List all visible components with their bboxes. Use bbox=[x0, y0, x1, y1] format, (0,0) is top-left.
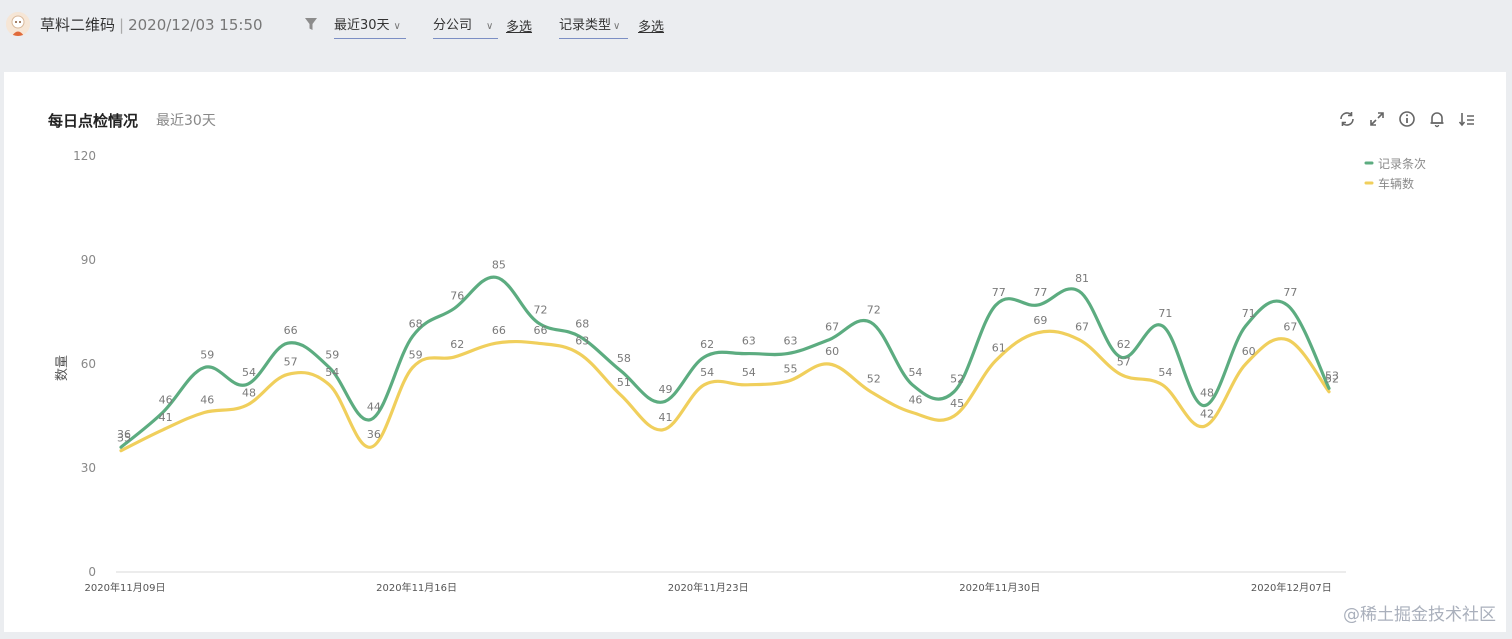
x-tick-label: 2020年11月09日 bbox=[85, 581, 166, 594]
data-label: 60 bbox=[1242, 345, 1256, 358]
data-label: 66 bbox=[284, 324, 298, 337]
chevron-down-icon: ∨ bbox=[613, 21, 621, 32]
branch-multi-select-link[interactable]: 多选 bbox=[506, 16, 532, 35]
data-label: 57 bbox=[1117, 355, 1131, 368]
data-label: 81 bbox=[1075, 272, 1089, 285]
x-tick-label: 2020年11月23日 bbox=[668, 581, 749, 594]
data-label: 77 bbox=[992, 286, 1006, 299]
data-label: 45 bbox=[950, 397, 964, 410]
data-label: 76 bbox=[450, 290, 464, 303]
data-label: 36 bbox=[367, 428, 381, 441]
title-separator: | bbox=[119, 16, 125, 34]
data-label: 41 bbox=[659, 411, 673, 424]
data-label: 44 bbox=[367, 400, 381, 413]
data-label: 49 bbox=[659, 383, 673, 396]
record-type-multi-select-link[interactable]: 多选 bbox=[638, 16, 664, 35]
legend-label: 记录条次 bbox=[1378, 157, 1426, 171]
y-tick-label: 120 bbox=[73, 149, 96, 163]
series-line-1 bbox=[119, 329, 1331, 453]
data-label: 59 bbox=[325, 348, 339, 361]
top-bar: 草料二维码 | 2020/12/03 15:50 最近30天 ∨ 分公司 ∨ 多选 记录… bbox=[0, 0, 1512, 50]
avatar-icon bbox=[6, 12, 30, 36]
y-tick-label: 0 bbox=[88, 565, 96, 579]
date-range-select[interactable]: 最近30天 ∨ bbox=[334, 14, 406, 39]
data-label: 60 bbox=[825, 345, 839, 358]
data-label: 59 bbox=[200, 348, 214, 361]
data-label: 54 bbox=[1158, 366, 1172, 379]
avatar[interactable] bbox=[6, 12, 30, 36]
data-label: 46 bbox=[908, 394, 922, 407]
data-label: 63 bbox=[575, 335, 589, 348]
data-label: 62 bbox=[1117, 338, 1131, 351]
line-chart: 0 30 60 90 120 数量 2020年11月09日 2020年11月16日 2020年1… bbox=[55, 149, 1426, 594]
data-label: 63 bbox=[783, 335, 797, 348]
data-label: 62 bbox=[700, 338, 714, 351]
data-label: 77 bbox=[1033, 286, 1047, 299]
branch-label: 分公司 bbox=[433, 18, 473, 33]
y-axis-label: 数量 bbox=[55, 355, 70, 381]
data-label: 72 bbox=[867, 303, 881, 316]
app-title: 草料二维码 | 2020/12/03 15:50 bbox=[40, 14, 263, 35]
data-label: 67 bbox=[1283, 321, 1297, 334]
series-line-0 bbox=[119, 275, 1331, 449]
branch-select[interactable]: 分公司 ∨ bbox=[433, 14, 498, 39]
app-name: 草料二维码 bbox=[40, 16, 116, 34]
data-label: 71 bbox=[1242, 307, 1256, 320]
data-label: 62 bbox=[450, 338, 464, 351]
y-tick-label: 30 bbox=[81, 461, 96, 475]
data-label: 66 bbox=[492, 324, 506, 337]
data-label: 68 bbox=[575, 317, 589, 330]
chart-card: 每日点检情况 最近30天 0 30 60 90 120 数量 2020年11月09日 2020… bbox=[4, 72, 1506, 632]
data-label: 63 bbox=[742, 335, 756, 348]
data-label: 67 bbox=[1075, 321, 1089, 334]
data-label: 68 bbox=[409, 317, 423, 330]
y-tick-label: 90 bbox=[81, 253, 96, 267]
date-range-label: 最近30天 bbox=[334, 18, 390, 33]
data-label: 51 bbox=[617, 376, 631, 389]
data-label: 67 bbox=[825, 321, 839, 334]
data-label: 54 bbox=[742, 366, 756, 379]
data-label: 42 bbox=[1200, 407, 1214, 420]
x-tick-label: 2020年11月16日 bbox=[376, 581, 457, 594]
data-label: 77 bbox=[1283, 286, 1297, 299]
data-label: 48 bbox=[242, 387, 256, 400]
data-label: 52 bbox=[950, 373, 964, 386]
timestamp: 2020/12/03 15:50 bbox=[128, 16, 263, 34]
data-label: 46 bbox=[200, 394, 214, 407]
record-type-select[interactable]: 记录类型 ∨ bbox=[559, 14, 628, 39]
data-label: 59 bbox=[409, 348, 423, 361]
watermark: @稀土掘金技术社区 bbox=[1343, 605, 1496, 625]
data-label: 69 bbox=[1033, 314, 1047, 327]
data-label: 55 bbox=[783, 362, 797, 375]
data-label: 54 bbox=[242, 366, 256, 379]
data-label: 52 bbox=[867, 373, 881, 386]
data-label: 54 bbox=[908, 366, 922, 379]
data-label: 85 bbox=[492, 258, 506, 271]
chevron-down-icon: ∨ bbox=[486, 21, 494, 32]
data-label: 54 bbox=[700, 366, 714, 379]
x-tick-label: 2020年11月30日 bbox=[959, 581, 1040, 594]
data-label: 35 bbox=[117, 432, 131, 445]
data-label: 61 bbox=[992, 342, 1006, 355]
data-label: 57 bbox=[284, 355, 298, 368]
record-type-label: 记录类型 bbox=[559, 18, 612, 33]
data-label: 48 bbox=[1200, 387, 1214, 400]
filter-icon[interactable] bbox=[304, 16, 318, 32]
data-label: 58 bbox=[617, 352, 631, 365]
x-tick-label: 2020年12月07日 bbox=[1251, 581, 1332, 594]
data-label: 71 bbox=[1158, 307, 1172, 320]
chevron-down-icon: ∨ bbox=[393, 21, 401, 32]
data-label: 72 bbox=[534, 303, 548, 316]
data-label: 66 bbox=[534, 324, 548, 337]
legend-label: 车辆数 bbox=[1378, 176, 1414, 191]
data-label: 54 bbox=[325, 366, 339, 379]
data-label: 41 bbox=[159, 411, 173, 424]
data-label: 46 bbox=[159, 394, 173, 407]
data-label: 52 bbox=[1325, 373, 1339, 386]
y-tick-label: 60 bbox=[81, 357, 96, 371]
